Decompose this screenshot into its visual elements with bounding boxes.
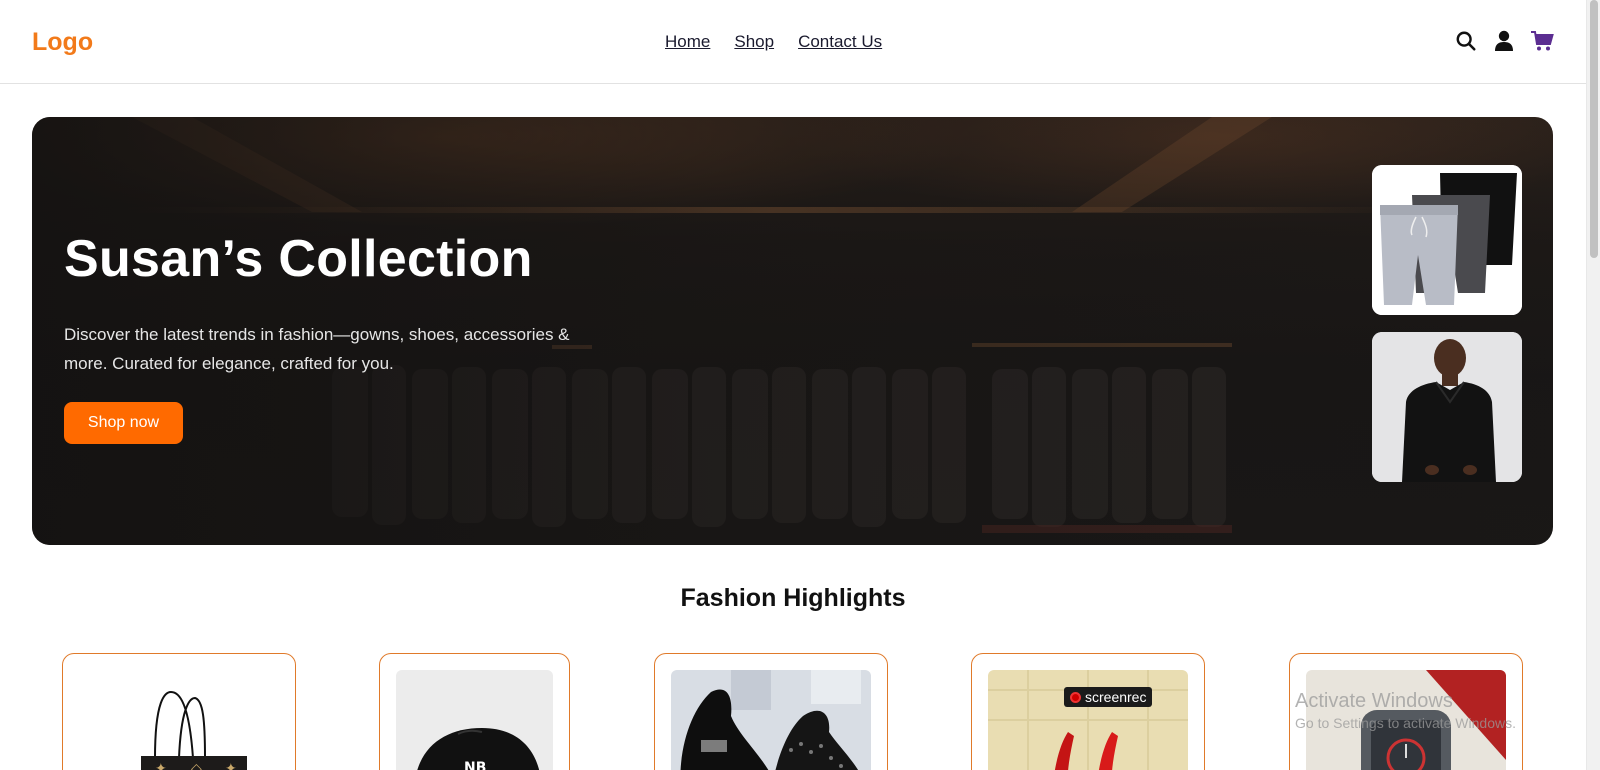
- cap-image: NB: [396, 670, 553, 770]
- nav-home-link[interactable]: Home: [665, 32, 710, 52]
- handbag-image: ✦ ◇ ✦: [79, 670, 279, 770]
- product-card[interactable]: [654, 653, 888, 770]
- shorts-image: [1372, 165, 1522, 315]
- section-title: Fashion Highlights: [680, 584, 906, 612]
- main-nav: Home Shop Contact Us: [665, 32, 882, 52]
- nav-contact-link[interactable]: Contact Us: [798, 32, 882, 52]
- record-icon: [1070, 691, 1081, 703]
- hero-description: Discover the latest trends in fashion—go…: [64, 325, 570, 373]
- scrollbar-thumb[interactable]: [1590, 0, 1598, 258]
- search-icon[interactable]: [1454, 28, 1478, 54]
- cart-icon[interactable]: [1530, 28, 1554, 54]
- screenrec-badge: screenrec: [1064, 687, 1153, 707]
- logo[interactable]: Logo: [32, 28, 93, 57]
- site-header: Logo Home Shop Contact Us: [0, 0, 1586, 84]
- svg-text:NB: NB: [464, 760, 486, 770]
- loafers-image: [671, 670, 871, 770]
- svg-text:✦: ✦: [225, 761, 237, 770]
- shirt-model-thumbnail[interactable]: [1372, 332, 1522, 482]
- screenrec-label: screenrec: [1085, 689, 1147, 705]
- product-card[interactable]: [971, 653, 1205, 770]
- black-shirt-model-image: [1372, 332, 1522, 482]
- user-icon[interactable]: [1492, 28, 1516, 54]
- hero-banner: Susan’s Collection Discover the latest t…: [32, 117, 1553, 545]
- svg-text:✦: ✦: [155, 761, 167, 770]
- nav-shop-link[interactable]: Shop: [734, 32, 774, 52]
- svg-text:◇: ◇: [191, 761, 202, 770]
- shop-now-button[interactable]: Shop now: [64, 402, 183, 444]
- red-heels-image: [988, 670, 1188, 770]
- product-card[interactable]: NB: [379, 653, 570, 770]
- header-actions: [1454, 28, 1554, 54]
- watermark-title: Activate Windows: [1295, 690, 1453, 712]
- shorts-thumbnail[interactable]: [1372, 165, 1522, 315]
- page-scrollbar[interactable]: [1586, 0, 1600, 770]
- hero-title: Susan’s Collection: [64, 230, 533, 288]
- activation-watermark: Activate Windows Go to Settings to activ…: [1295, 690, 1516, 731]
- watermark-subtitle: Go to Settings to activate Windows.: [1295, 715, 1516, 731]
- product-card[interactable]: ✦ ◇ ✦: [62, 653, 296, 770]
